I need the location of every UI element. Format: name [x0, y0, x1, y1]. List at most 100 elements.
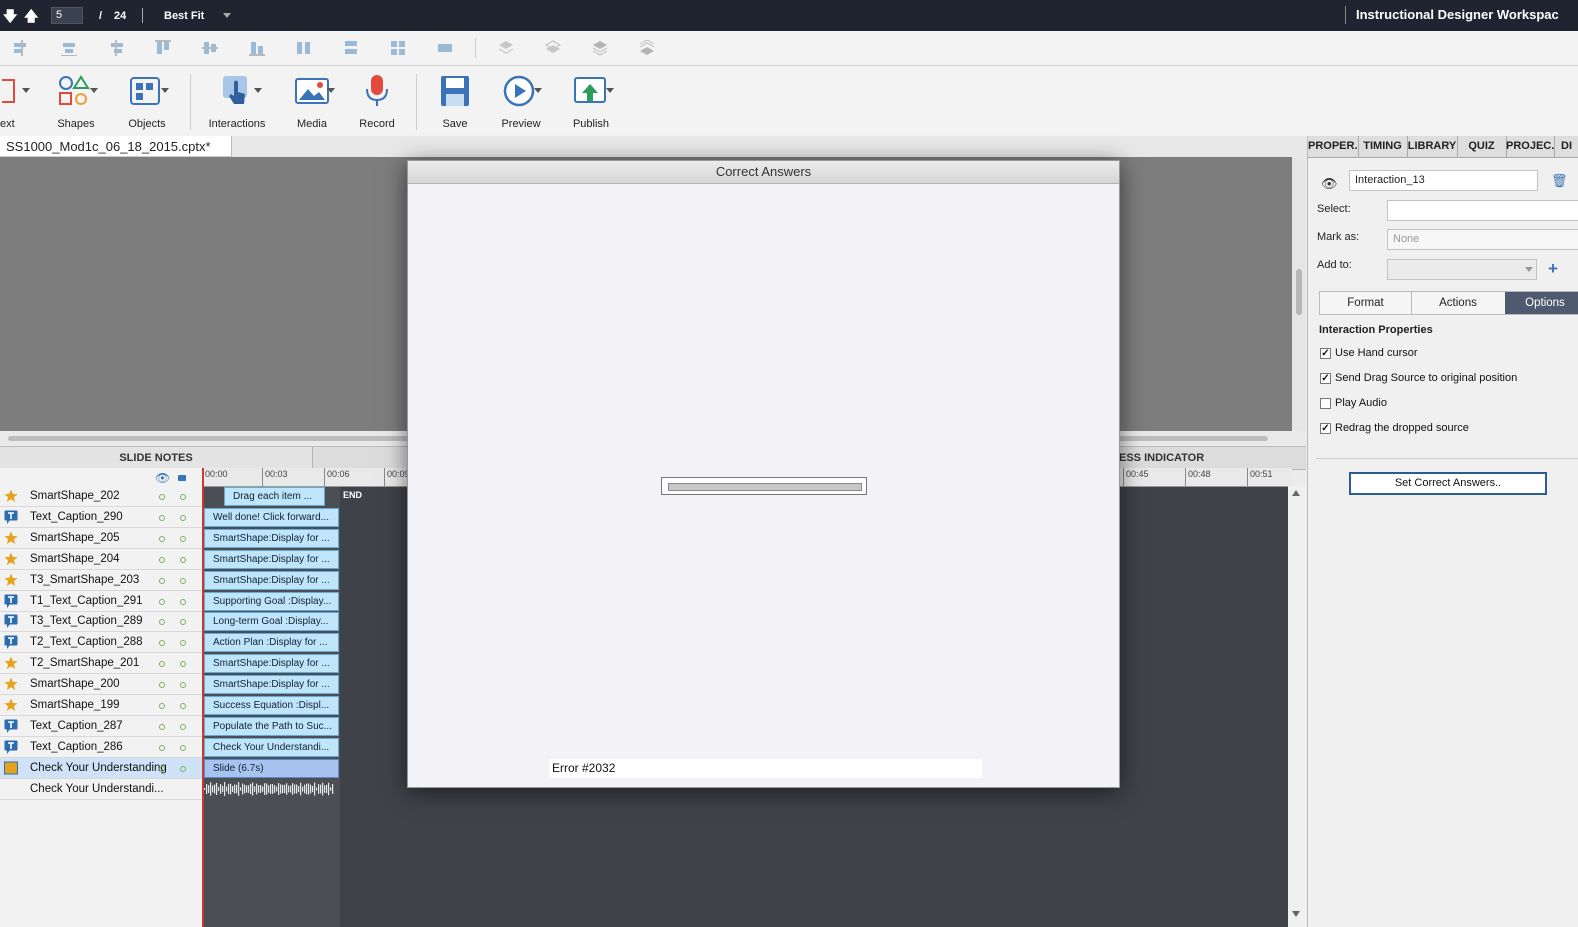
timeline-bar[interactable]: SmartShape:Display for ... — [204, 654, 339, 674]
timeline-bar[interactable]: Slide (6.7s) — [204, 758, 339, 778]
timeline-bar[interactable]: Drag each item ... — [224, 487, 325, 506]
tab-properties[interactable]: PROPER... — [1308, 136, 1359, 157]
visibility-toggle[interactable] — [159, 494, 165, 500]
align-left-icon[interactable] — [14, 40, 30, 56]
layer-row[interactable]: Text_Caption_287 — [0, 716, 202, 737]
record-button[interactable]: Record — [352, 72, 402, 134]
layer-row[interactable]: T3_SmartShape_203 — [0, 570, 202, 591]
scroll-down-icon[interactable] — [1292, 911, 1300, 917]
subtab-format[interactable]: Format — [1320, 292, 1412, 314]
visibility-toggle[interactable] — [159, 619, 165, 626]
visibility-toggle[interactable] — [159, 577, 165, 584]
lock-toggle[interactable] — [180, 535, 186, 542]
align-right-icon[interactable] — [108, 40, 124, 56]
subtab-actions[interactable]: Actions — [1411, 292, 1506, 314]
lock-toggle[interactable] — [180, 494, 186, 500]
tab-di[interactable]: DI — [1554, 136, 1578, 157]
tab-library[interactable]: LIBRARY — [1407, 136, 1458, 157]
plus-icon[interactable]: + — [1548, 259, 1558, 279]
align-bottom-icon[interactable] — [249, 40, 265, 56]
timeline-bar[interactable]: SmartShape:Display for ... — [204, 675, 339, 695]
send-to-back-icon[interactable] — [639, 39, 655, 56]
set-correct-answers-button[interactable]: Set Correct Answers.. — [1349, 472, 1547, 495]
lock-toggle[interactable] — [180, 744, 186, 751]
stage-vertical-scrollbar[interactable] — [1292, 157, 1306, 431]
subtab-options[interactable]: Options — [1505, 292, 1578, 314]
timeline-bar[interactable]: SmartShape:Display for ... — [204, 570, 339, 590]
layer-row[interactable]: SmartShape_202 — [0, 486, 202, 507]
align-top-icon[interactable] — [155, 40, 171, 56]
layer-row[interactable]: T2_Text_Caption_288 — [0, 632, 202, 654]
visibility-toggle[interactable] — [159, 703, 165, 709]
lock-toggle[interactable] — [180, 619, 186, 626]
tab-slide-notes[interactable]: SLIDE NOTES — [0, 447, 313, 469]
arrow-up-icon[interactable]: 🡅 — [24, 6, 38, 30]
publish-button[interactable]: Publish — [564, 72, 618, 134]
timeline-bar[interactable]: Supporting Goal :Display... — [204, 591, 339, 611]
layer-row[interactable]: Text_Caption_286 — [0, 737, 202, 758]
scroll-up-icon[interactable] — [1292, 490, 1300, 496]
audio-waveform[interactable] — [204, 780, 338, 798]
timeline-bar[interactable]: Long-term Goal :Display... — [204, 612, 339, 632]
tab-timing[interactable]: TIMING — [1358, 136, 1408, 157]
lock-toggle[interactable] — [180, 598, 186, 605]
lock-toggle[interactable] — [180, 661, 186, 668]
visibility-toggle[interactable] — [159, 723, 165, 730]
chevron-down-icon[interactable] — [223, 13, 231, 18]
visibility-toggle[interactable] — [159, 535, 165, 542]
mark-as-field[interactable]: None — [1387, 229, 1578, 250]
lock-toggle[interactable] — [180, 682, 186, 689]
media-button[interactable]: Media — [285, 72, 339, 134]
layer-row[interactable]: T3_Text_Caption_289 — [0, 611, 202, 633]
visibility-toggle[interactable] — [159, 640, 165, 647]
lock-toggle[interactable] — [180, 703, 186, 709]
visibility-toggle[interactable] — [159, 744, 165, 751]
visibility-toggle[interactable] — [159, 598, 165, 605]
lock-toggle[interactable] — [180, 514, 186, 521]
timeline-bar[interactable]: Well done! Click forward... — [204, 507, 339, 527]
layer-row[interactable]: SmartShape_204 — [0, 549, 202, 570]
layer-row[interactable]: Check Your Understanding — [0, 757, 202, 779]
bring-to-front-icon[interactable] — [592, 40, 608, 56]
option-checkbox[interactable]: ✓ — [1320, 348, 1331, 359]
align-middle-icon[interactable] — [202, 40, 218, 56]
distribute-vertical-icon[interactable] — [343, 40, 359, 56]
visibility-toggle[interactable] — [159, 661, 165, 668]
layer-row[interactable]: SmartShape_200 — [0, 674, 202, 696]
select-field[interactable] — [1387, 200, 1578, 221]
arrow-down-icon[interactable]: 🡇 — [3, 6, 17, 30]
lock-toggle[interactable] — [180, 723, 186, 730]
timeline-vertical-scrollbar[interactable] — [1288, 486, 1306, 927]
save-button[interactable]: Save — [430, 72, 480, 134]
lock-toggle[interactable] — [180, 640, 186, 647]
lock-toggle[interactable] — [180, 556, 186, 563]
timeline-bar[interactable]: Action Plan :Display for ... — [204, 633, 339, 653]
timeline-bar[interactable]: SmartShape:Display for ... — [204, 549, 339, 569]
tab-quiz[interactable]: QUIZ — [1457, 136, 1507, 157]
lock-toggle[interactable] — [180, 577, 186, 584]
eye-icon[interactable]: 👁 — [1321, 176, 1338, 192]
page-number-input[interactable]: 5 — [51, 7, 83, 24]
add-to-select[interactable] — [1387, 259, 1537, 280]
lock-toggle[interactable] — [180, 765, 186, 772]
layer-row[interactable]: SmartShape_199 — [0, 695, 202, 716]
workspace-title[interactable]: Instructional Designer Workspac — [1356, 7, 1559, 22]
layer-row[interactable]: T2_SmartShape_201 — [0, 653, 202, 675]
option-checkbox[interactable]: ✓ — [1320, 373, 1331, 384]
layer-row[interactable]: Check Your Understandi... — [0, 779, 202, 800]
distribute-horizontal-icon[interactable] — [296, 40, 312, 56]
timeline-bar[interactable]: Populate the Path to Suc... — [204, 716, 339, 736]
interactions-button[interactable]: Interactions — [203, 72, 271, 134]
timeline-bar[interactable]: Success Equation :Displ... — [204, 696, 339, 715]
tab-project[interactable]: PROJEC... — [1506, 136, 1555, 157]
object-name-input[interactable]: Interaction_13 — [1349, 170, 1538, 191]
text-button[interactable]: ext — [0, 72, 30, 134]
layer-row[interactable]: SmartShape_205 — [0, 528, 202, 549]
tab-progress-indicator[interactable]: ESS INDICATOR — [1119, 447, 1306, 469]
visibility-toggle[interactable] — [159, 556, 165, 563]
chevron-down-icon[interactable] — [1525, 267, 1533, 272]
option-checkbox[interactable] — [1320, 398, 1331, 409]
visibility-toggle[interactable] — [159, 514, 165, 521]
layer-row[interactable]: T1_Text_Caption_291 — [0, 591, 202, 612]
lock-icon[interactable] — [178, 475, 186, 481]
